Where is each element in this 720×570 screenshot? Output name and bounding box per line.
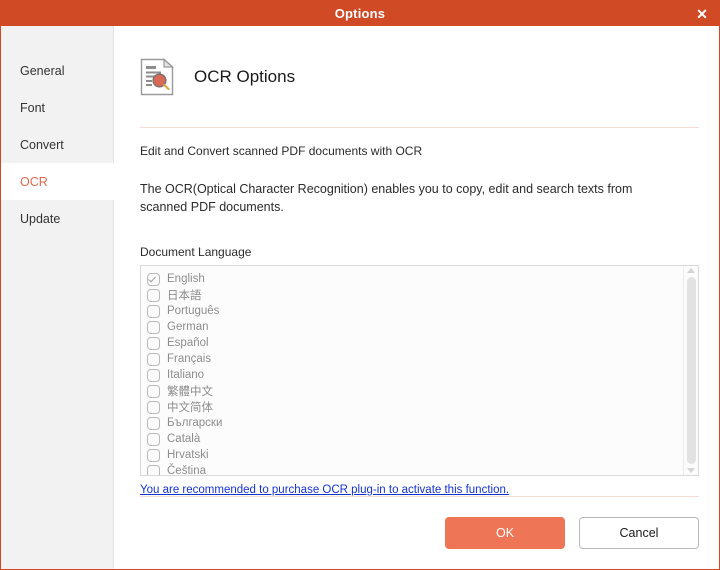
checkbox-icon[interactable] xyxy=(147,353,160,366)
language-label: Български xyxy=(167,417,222,429)
list-item[interactable]: Italiano xyxy=(147,367,683,383)
list-item[interactable]: German xyxy=(147,319,683,335)
close-icon[interactable]: ✕ xyxy=(685,1,719,26)
header-divider xyxy=(140,127,699,128)
sidebar-item-update[interactable]: Update xyxy=(1,200,113,237)
list-item[interactable]: Português xyxy=(147,303,683,319)
sidebar-item-label: Font xyxy=(20,101,45,115)
list-item[interactable]: 中文简体 xyxy=(147,399,683,415)
list-item[interactable]: English xyxy=(147,271,683,287)
list-item[interactable]: Čeština xyxy=(147,463,683,475)
sidebar-item-label: General xyxy=(20,64,64,78)
checkbox-icon[interactable] xyxy=(147,465,160,475)
window-title: Options xyxy=(335,6,386,21)
dialog-footer: OK Cancel xyxy=(140,497,699,569)
checkbox-icon[interactable] xyxy=(147,401,160,414)
checkbox-icon[interactable] xyxy=(147,321,160,334)
checkbox-icon[interactable] xyxy=(147,385,160,398)
sidebar: General Font Convert OCR Update xyxy=(1,26,114,569)
checkbox-icon[interactable] xyxy=(147,273,160,286)
sidebar-item-ocr[interactable]: OCR xyxy=(1,163,114,200)
language-label: Italiano xyxy=(167,369,204,381)
sidebar-item-label: Update xyxy=(20,212,60,226)
language-label: Español xyxy=(167,337,209,349)
language-label: 日本語 xyxy=(167,287,202,303)
language-label: Português xyxy=(167,305,219,317)
purchase-ocr-plugin-link[interactable]: You are recommended to purchase OCR plug… xyxy=(140,484,509,496)
language-label: 中文简体 xyxy=(167,399,213,415)
sidebar-item-font[interactable]: Font xyxy=(1,89,113,126)
language-listbox[interactable]: English 日本語 Português German xyxy=(140,265,699,476)
checkbox-icon[interactable] xyxy=(147,369,160,382)
title-bar: Options ✕ xyxy=(1,1,719,26)
cancel-button[interactable]: Cancel xyxy=(579,517,699,549)
ok-button[interactable]: OK xyxy=(445,517,565,549)
language-label: Hrvatski xyxy=(167,449,209,461)
checkbox-icon[interactable] xyxy=(147,305,160,318)
language-list: English 日本語 Português German xyxy=(141,266,683,475)
document-language-label: Document Language xyxy=(140,245,699,259)
sidebar-item-label: Convert xyxy=(20,138,64,152)
checkbox-icon[interactable] xyxy=(147,417,160,430)
sidebar-item-convert[interactable]: Convert xyxy=(1,126,113,163)
list-item[interactable]: Español xyxy=(147,335,683,351)
description-block: Edit and Convert scanned PDF documents w… xyxy=(140,144,699,216)
content-pane: OCR Options Edit and Convert scanned PDF… xyxy=(114,26,719,569)
language-label: Čeština xyxy=(167,465,206,475)
checkbox-icon[interactable] xyxy=(147,449,160,462)
dialog-body: General Font Convert OCR Update xyxy=(1,26,719,569)
list-item[interactable]: 日本語 xyxy=(147,287,683,303)
sidebar-item-general[interactable]: General xyxy=(1,52,113,89)
language-list-scrollbar[interactable] xyxy=(683,266,698,475)
list-item[interactable]: Hrvatski xyxy=(147,447,683,463)
scroll-down-arrow-icon[interactable] xyxy=(687,468,695,473)
list-item[interactable]: Français xyxy=(147,351,683,367)
language-label: Français xyxy=(167,353,211,365)
list-item[interactable]: Български xyxy=(147,415,683,431)
options-dialog: Options ✕ General Font Convert OCR Updat… xyxy=(0,0,720,570)
description-heading: Edit and Convert scanned PDF documents w… xyxy=(140,144,699,158)
scrollbar-thumb[interactable] xyxy=(687,277,696,464)
page-header: OCR Options xyxy=(140,58,699,96)
scroll-up-arrow-icon[interactable] xyxy=(687,268,695,273)
language-label: English xyxy=(167,273,205,285)
checkbox-icon[interactable] xyxy=(147,289,160,302)
description-body: The OCR(Optical Character Recognition) e… xyxy=(140,180,640,216)
list-item[interactable]: Català xyxy=(147,431,683,447)
list-item[interactable]: 繁體中文 xyxy=(147,383,683,399)
page-title: OCR Options xyxy=(194,67,295,87)
ocr-document-scan-icon xyxy=(140,58,174,96)
language-label: German xyxy=(167,321,209,333)
language-label: 繁體中文 xyxy=(167,383,213,399)
checkbox-icon[interactable] xyxy=(147,433,160,446)
sidebar-item-label: OCR xyxy=(20,175,48,189)
checkbox-icon[interactable] xyxy=(147,337,160,350)
language-label: Català xyxy=(167,433,200,445)
